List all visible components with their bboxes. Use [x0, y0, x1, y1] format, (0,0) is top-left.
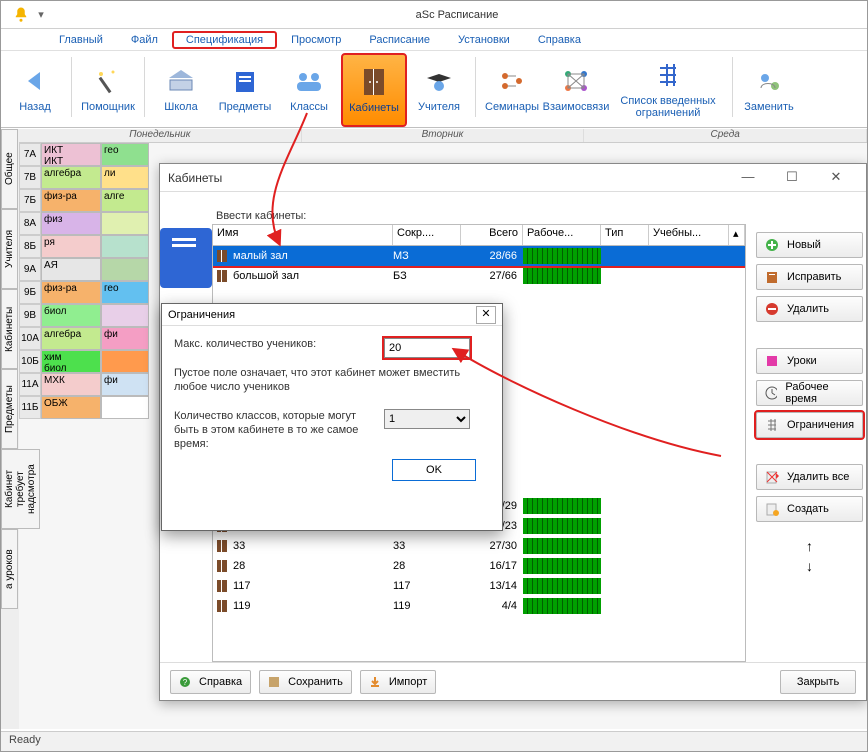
max-students-input[interactable]	[384, 338, 470, 358]
worktime-button[interactable]: Рабочее время	[756, 380, 863, 406]
max-students-label: Макс. количество учеников:	[174, 338, 384, 350]
ribbon-wizard[interactable]: Помощник	[76, 53, 140, 125]
menu-file[interactable]: Файл	[117, 31, 172, 49]
table-row[interactable]: большой залБЗ27/66	[213, 266, 745, 286]
ribbon-classes[interactable]: Классы	[277, 53, 341, 125]
table-row[interactable]: 282816/17	[213, 556, 745, 576]
menu-help[interactable]: Справка	[524, 31, 595, 49]
ribbon: Назад Помощник Школа Предметы Классы Каб…	[1, 51, 867, 128]
create-button[interactable]: Создать	[756, 496, 863, 522]
ribbon-teachers[interactable]: Учителя	[407, 53, 471, 125]
cabinets-icon	[160, 228, 212, 288]
schedule-row: 11АМХКфи	[19, 373, 149, 396]
enter-cabinets-label: Ввести кабинеты:	[212, 210, 746, 222]
schedule-row: 9Вбиол	[19, 304, 149, 327]
title-bar: ▾ aSc Расписание	[1, 1, 867, 29]
ribbon-back[interactable]: Назад	[3, 53, 67, 125]
lessons-button[interactable]: Уроки	[756, 348, 863, 374]
maximize-button[interactable]: ☐	[770, 165, 814, 191]
ribbon-school[interactable]: Школа	[149, 53, 213, 125]
quick-dropdown-icon[interactable]: ▾	[35, 8, 47, 21]
close-dialog-button[interactable]: Закрыть	[780, 670, 856, 694]
ribbon-constraints[interactable]: Список введенных ограничений	[608, 53, 728, 125]
save-button[interactable]: Сохранить	[259, 670, 352, 694]
menu-schedule[interactable]: Расписание	[355, 31, 444, 49]
table-row[interactable]: 11711713/14	[213, 576, 745, 596]
table-header: Имя Сокр.... Всего Рабоче... Тип Учебны.…	[212, 224, 746, 246]
day-header: Среда	[584, 129, 867, 142]
schedule-row: 10Аалгебрафи	[19, 327, 149, 350]
table-row[interactable]: 333327/30	[213, 536, 745, 556]
ok-button[interactable]: OK	[392, 459, 476, 481]
constraints-close-button[interactable]: ✕	[476, 306, 496, 324]
day-header: Понедельник	[19, 129, 302, 142]
day-header: Вторник	[302, 129, 585, 142]
close-button[interactable]: ✕	[814, 165, 858, 191]
classes-select[interactable]: 1	[384, 409, 470, 429]
table-row[interactable]: 1191194/4	[213, 596, 745, 616]
schedule-row: 10Бхимбиол	[19, 350, 149, 373]
dialog-title: Кабинеты	[168, 171, 726, 185]
empty-note: Пустое поле означает, что этот кабинет м…	[174, 366, 490, 395]
schedule-row: 8Бря	[19, 235, 149, 258]
vertical-tab[interactable]: а уроков	[1, 529, 18, 609]
schedule-row: 9ААЯ	[19, 258, 149, 281]
delete-button[interactable]: Удалить	[756, 296, 863, 322]
constraints-dialog: Ограничения ✕ Макс. количество учеников:…	[161, 303, 503, 531]
status-bar: Ready	[1, 731, 867, 751]
menu-specification[interactable]: Спецификация	[172, 31, 277, 49]
schedule-row: 11БОБЖ	[19, 396, 149, 419]
ribbon-seminars[interactable]: Семинары	[480, 53, 544, 125]
schedule-row: 7Валгебрали	[19, 166, 149, 189]
help-button[interactable]: ?Справка	[170, 670, 251, 694]
classes-label: Количество классов, которые могут быть в…	[174, 409, 384, 452]
table-row[interactable]: малый залМЗ28/66	[213, 246, 745, 266]
schedule-row: 7АИКТИКТгео	[19, 143, 149, 166]
edit-button[interactable]: Исправить	[756, 264, 863, 290]
scroll-up-icon[interactable]: ▴	[729, 225, 745, 245]
vertical-tab[interactable]: Учителя	[1, 209, 18, 289]
menu-setup[interactable]: Установки	[444, 31, 524, 49]
constraints-button[interactable]: Ограничения	[756, 412, 863, 438]
menu-home[interactable]: Главный	[45, 31, 117, 49]
svg-text:?: ?	[183, 678, 188, 687]
schedule-row: 7Бфиз-раалге	[19, 189, 149, 212]
vertical-tab[interactable]: Общее	[1, 129, 18, 209]
schedule-row: 9Бфиз-рагео	[19, 281, 149, 304]
app-icon	[7, 4, 35, 26]
vertical-tab[interactable]: Кабинеты	[1, 289, 18, 369]
schedule-row: 8Афиз	[19, 212, 149, 235]
vertical-tab[interactable]: Предметы	[1, 369, 18, 449]
vertical-tab[interactable]: Кабинет требует надсмотра	[1, 449, 40, 529]
new-button[interactable]: Новый	[756, 232, 863, 258]
menu-bar: Главный Файл Спецификация Просмотр Распи…	[1, 29, 867, 51]
import-button[interactable]: Импорт	[360, 670, 436, 694]
move-down-icon[interactable]: ↓	[806, 558, 813, 574]
ribbon-subjects[interactable]: Предметы	[213, 53, 277, 125]
app-title: aSc Расписание	[47, 9, 867, 21]
move-up-icon[interactable]: ↑	[806, 538, 813, 554]
ribbon-links[interactable]: Взаимосвязи	[544, 53, 608, 125]
ribbon-cabinets[interactable]: Кабинеты	[341, 53, 407, 127]
minimize-button[interactable]: —	[726, 165, 770, 191]
deleteall-button[interactable]: Удалить все	[756, 464, 863, 490]
menu-view[interactable]: Просмотр	[277, 31, 355, 49]
constraints-dialog-title: Ограничения	[168, 309, 476, 321]
ribbon-replace[interactable]: Заменить	[737, 53, 801, 125]
